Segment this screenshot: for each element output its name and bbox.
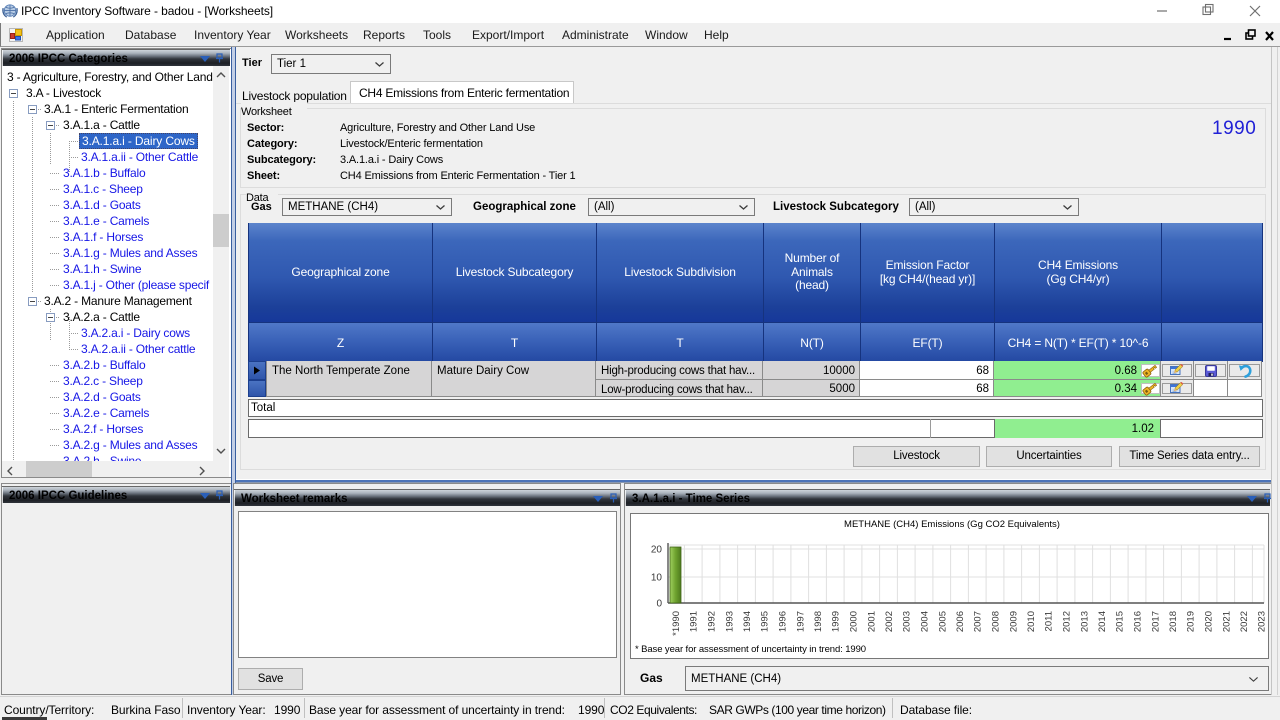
svg-text:0: 0	[656, 599, 662, 610]
svg-text:2009: 2009	[1008, 611, 1019, 632]
svg-text:1997: 1997	[795, 611, 806, 632]
svg-text:1994: 1994	[742, 611, 753, 632]
svg-text:1998: 1998	[813, 611, 824, 632]
svg-text:2010: 2010	[1026, 611, 1037, 632]
svg-text:2000: 2000	[849, 611, 860, 632]
svg-text:2023: 2023	[1257, 611, 1268, 632]
svg-text:* Base year for assessment of: * Base year for assessment of uncertaint…	[635, 644, 866, 655]
svg-text:*1990: *1990	[671, 611, 682, 636]
svg-text:2012: 2012	[1062, 611, 1073, 632]
svg-text:1992: 1992	[707, 611, 718, 632]
svg-text:20: 20	[651, 545, 663, 556]
svg-text:2008: 2008	[991, 611, 1002, 632]
svg-text:2004: 2004	[920, 611, 931, 632]
svg-text:2006: 2006	[955, 611, 966, 632]
svg-text:2007: 2007	[973, 611, 984, 632]
svg-text:1996: 1996	[778, 611, 789, 632]
svg-text:1991: 1991	[689, 611, 700, 632]
svg-text:2011: 2011	[1044, 611, 1055, 631]
svg-text:2017: 2017	[1150, 611, 1161, 632]
svg-text:1995: 1995	[760, 611, 771, 632]
svg-text:METHANE (CH4) Emissions (Gg CO: METHANE (CH4) Emissions (Gg CO2 Equivale…	[844, 519, 1060, 530]
svg-text:2014: 2014	[1097, 611, 1108, 632]
svg-text:2022: 2022	[1239, 611, 1250, 632]
svg-text:2013: 2013	[1079, 611, 1090, 632]
svg-text:10: 10	[651, 573, 663, 584]
svg-text:2005: 2005	[937, 611, 948, 632]
svg-text:2003: 2003	[902, 611, 913, 632]
svg-text:2016: 2016	[1133, 611, 1144, 632]
svg-text:2015: 2015	[1115, 611, 1126, 632]
svg-text:1993: 1993	[724, 611, 735, 632]
svg-text:2021: 2021	[1221, 611, 1232, 632]
svg-text:1999: 1999	[831, 611, 842, 632]
svg-text:2001: 2001	[866, 611, 877, 632]
svg-text:2018: 2018	[1168, 611, 1179, 632]
svg-text:2019: 2019	[1186, 611, 1197, 632]
svg-text:2020: 2020	[1204, 611, 1215, 632]
svg-text:2002: 2002	[884, 611, 895, 632]
